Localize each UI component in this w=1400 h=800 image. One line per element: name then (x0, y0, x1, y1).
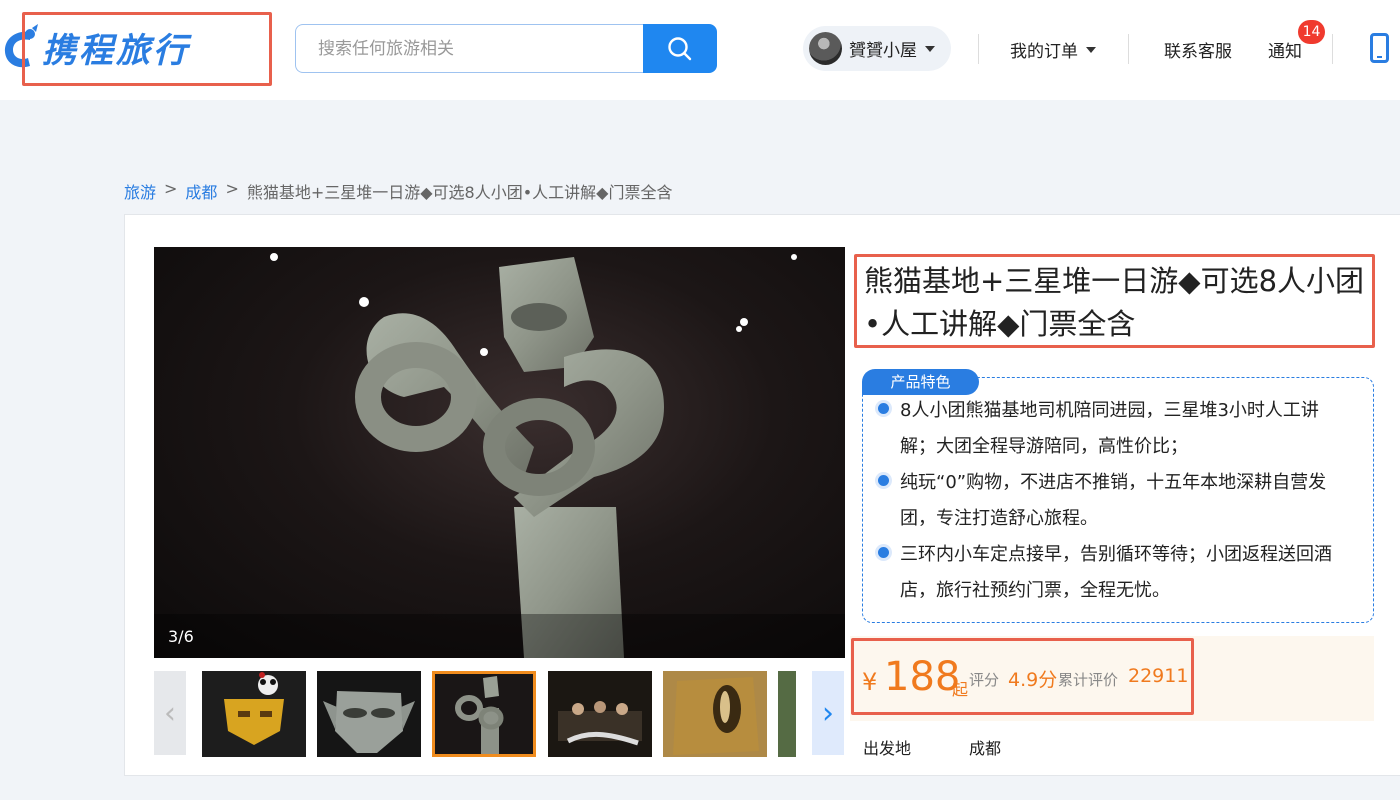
mobile-app-icon[interactable] (1370, 33, 1389, 63)
feature-text: 纯玩“0”购物，不进店不推销，十五年本地深耕自营发团，专注打造舒心旅程。 (900, 472, 1327, 529)
thumbnail-strip: ‹ › (154, 671, 844, 757)
thumbnail[interactable] (202, 671, 306, 757)
photo-caption-bar (154, 614, 845, 658)
chevron-down-icon (925, 45, 935, 52)
customer-service-link[interactable]: 联系客服 (1164, 37, 1232, 62)
feature-item: 三环内小车定点接早，告别循环等待；小团返程送回酒店，旅行社预约门票，全程无忧。 (878, 537, 1348, 609)
search-input[interactable] (295, 24, 643, 73)
breadcrumb-separator: > (225, 179, 239, 198)
bullet-dot-icon (878, 403, 889, 414)
feature-text: 三环内小车定点接早，告别循环等待；小团返程送回酒店，旅行社预约门票，全程无忧。 (900, 544, 1332, 601)
search-bar (295, 24, 717, 73)
photo-counter: 3/6 (168, 627, 194, 646)
search-icon (668, 36, 692, 60)
feature-item: 纯玩“0”购物，不进店不推销，十五年本地深耕自营发团，专注打造舒心旅程。 (878, 465, 1348, 537)
departure-value: 成都 (969, 739, 1002, 758)
thumb-prev-button[interactable]: ‹ (154, 671, 186, 755)
notifications-link[interactable]: 通知 (1268, 37, 1302, 62)
breadcrumb-item-chengdu[interactable]: 成都 (185, 179, 217, 203)
header-divider (978, 34, 979, 64)
notifications-label: 通知 (1268, 42, 1302, 62)
price-highlight-box (851, 638, 1194, 715)
top-header: 携程旅行 贇贇小屋 我的订单 联系客服 通知 14 (0, 0, 1400, 100)
header-divider (1128, 34, 1129, 64)
title-highlight-box (854, 254, 1375, 348)
feature-text: 8人小团熊猫基地司机陪同进园，三星堆3小时人工讲解；大团全程导游陪同，高性价比； (900, 400, 1319, 457)
bullet-dot-icon (878, 547, 889, 558)
departure-label: 出发地 (863, 739, 912, 758)
features-tag: 产品特色 (862, 369, 979, 395)
breadcrumb-item-travel[interactable]: 旅游 (124, 179, 156, 203)
chevron-down-icon (1086, 46, 1096, 53)
breadcrumb-separator: > (164, 179, 178, 198)
notification-count-badge: 14 (1298, 20, 1325, 44)
thumbnail[interactable] (663, 671, 767, 757)
bronze-statue-image (270, 253, 797, 658)
main-gallery-photo[interactable]: 3/6 (154, 247, 845, 658)
thumbnail[interactable] (317, 671, 421, 757)
thumbnail-active[interactable] (432, 671, 536, 757)
breadcrumb: 旅游 > 成都 > 熊猫基地+三星堆一日游◆可选8人小团•人工讲解◆门票全含 (124, 179, 672, 203)
breadcrumb-item-current: 熊猫基地+三星堆一日游◆可选8人小团•人工讲解◆门票全含 (246, 183, 673, 202)
user-menu[interactable]: 贇贇小屋 (803, 26, 951, 71)
thumbnail-partial[interactable] (778, 671, 796, 757)
user-name: 贇贇小屋 (849, 41, 917, 61)
thumb-next-button[interactable]: › (812, 671, 844, 755)
my-orders-label: 我的订单 (1010, 42, 1078, 62)
thumbnail[interactable] (548, 671, 652, 757)
customer-service-label: 联系客服 (1164, 42, 1232, 62)
my-orders-menu[interactable]: 我的订单 (1010, 37, 1096, 62)
bullet-dot-icon (878, 475, 889, 486)
header-divider (1332, 34, 1333, 64)
chevron-right-icon: › (822, 695, 834, 731)
logo-highlight-box (22, 12, 272, 86)
search-button[interactable] (643, 24, 717, 73)
avatar (809, 32, 842, 65)
chevron-left-icon: ‹ (164, 695, 176, 731)
feature-item: 8人小团熊猫基地司机陪同进园，三星堆3小时人工讲解；大团全程导游陪同，高性价比； (878, 393, 1348, 465)
